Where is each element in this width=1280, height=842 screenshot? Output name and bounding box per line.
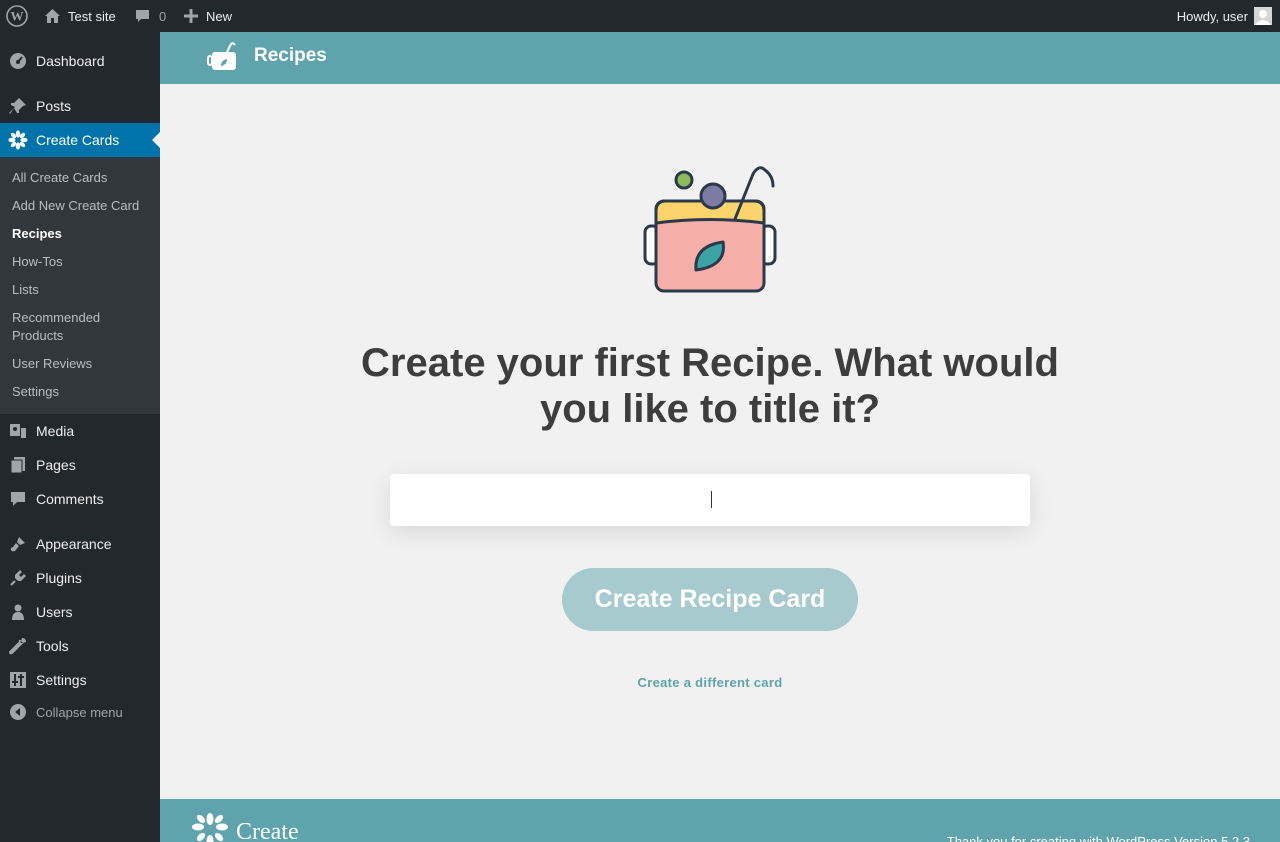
create-different-card-link[interactable]: Create a different card [560,675,860,690]
menu-tools[interactable]: Tools [0,629,160,663]
menu-appearance[interactable]: Appearance [0,527,160,561]
menu-label: Media [36,423,75,439]
svg-text:W: W [11,9,24,24]
pages-icon [0,448,36,482]
plugin-plug-icon [0,561,36,595]
text-caret [711,491,712,508]
menu-label: Appearance [36,536,112,552]
create-flower-icon [0,123,36,157]
my-account-link[interactable]: Howdy, user [1177,0,1272,32]
menu-label: Pages [36,457,76,473]
create-recipe-card-button[interactable]: Create Recipe Card [562,568,858,631]
dashboard-gauge-icon [0,44,36,78]
submenu-recommended-products[interactable]: Recommended Products [12,309,112,345]
menu-label: Create Cards [36,132,120,148]
menu-users[interactable]: Users [0,595,160,629]
howdy-label: Howdy, user [1176,8,1248,24]
submenu-all-create-cards[interactable]: All Create Cards [12,169,152,187]
settings-sliders-icon [0,663,36,697]
page-footer: Create Thank you for creating with WordP… [160,799,1280,842]
comment-bubble-icon [135,9,150,24]
admin-sidebar: Dashboard Posts Create Cards All Create … [0,32,160,842]
recipe-pot-icon [207,42,239,77]
menu-label: Users [36,604,73,620]
new-label: New [206,8,233,24]
submenu-settings[interactable]: Settings [12,383,152,401]
recipe-pot-illustration [643,166,777,301]
create-cards-submenu: All Create Cards Add New Create Card Rec… [0,157,160,414]
admin-bar: W Test site 0 New Howdy, user [0,0,1280,32]
submenu-add-new-create-card[interactable]: Add New Create Card [12,197,152,215]
menu-pages[interactable]: Pages [0,448,160,482]
menu-label: Settings [36,672,87,688]
collapse-menu-button[interactable]: Collapse menu [0,695,160,729]
footer-thanks-text: Thank you for creating with WordPress Ve… [946,834,1250,842]
comments-icon [0,482,36,516]
menu-label: Posts [36,98,72,114]
paintbrush-icon [0,527,36,561]
comments-count: 0 [159,8,167,24]
page-header: Recipes [160,32,1280,84]
submenu-user-reviews[interactable]: User Reviews [12,355,152,373]
menu-create-cards[interactable]: Create Cards [0,123,160,157]
site-name-link[interactable]: Test site [44,0,116,32]
menu-plugins[interactable]: Plugins [0,561,160,595]
home-icon [44,8,61,24]
menu-settings[interactable]: Settings [0,663,160,697]
recipe-title-input[interactable] [390,474,1030,526]
submenu-recipes[interactable]: Recipes [12,225,152,243]
menu-comments[interactable]: Comments [0,482,160,516]
comments-link[interactable]: 0 [135,0,166,32]
media-icon [0,414,36,448]
wordpress-logo-icon[interactable]: W [6,0,30,32]
pushpin-icon [0,89,36,123]
user-icon [0,595,36,629]
menu-posts[interactable]: Posts [0,89,160,123]
menu-dashboard[interactable]: Dashboard [0,44,160,78]
collapse-label: Collapse menu [36,704,123,720]
empty-state-headline: Create your first Recipe. What would you… [361,341,1059,431]
plus-icon [184,9,198,23]
page-title: Recipes [254,45,327,66]
submenu-lists[interactable]: Lists [12,281,152,299]
create-footer-logo: Create [190,813,299,842]
wrench-icon [0,629,36,663]
collapse-arrow-icon [0,695,36,729]
menu-label: Tools [36,638,69,654]
menu-label: Plugins [36,570,82,586]
site-name-label: Test site [68,8,116,24]
new-content-link[interactable]: New [184,0,232,32]
create-flower-icon [190,813,230,842]
menu-label: Comments [36,491,104,507]
menu-media[interactable]: Media [0,414,160,448]
menu-label: Dashboard [36,53,105,69]
footer-logo-text: Create [236,819,299,842]
submenu-how-tos[interactable]: How-Tos [12,253,152,271]
avatar [1254,7,1272,25]
